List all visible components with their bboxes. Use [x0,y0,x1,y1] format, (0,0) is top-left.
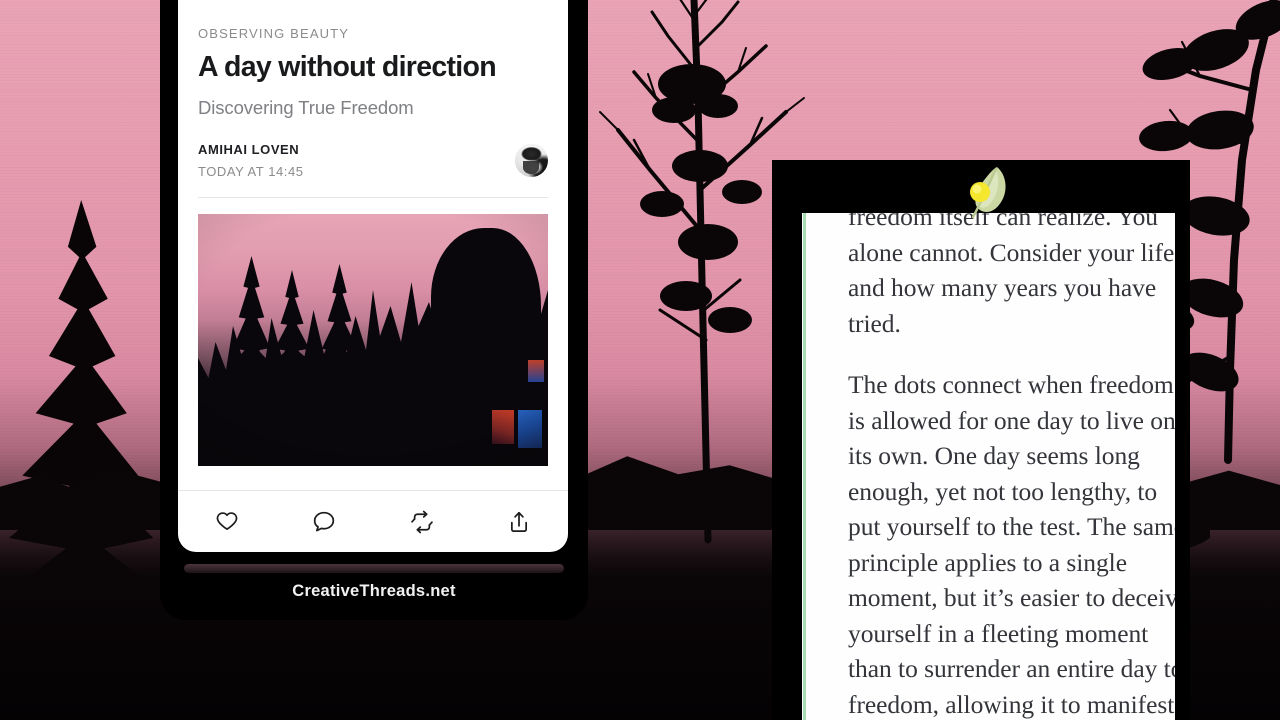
post-subheadline: Discovering True Freedom [198,96,414,118]
share-upload-icon [506,509,532,535]
share-button[interactable] [471,491,569,552]
heart-icon [214,509,240,535]
comment-button[interactable] [276,491,374,552]
post-card: OBSERVING BEAUTY A day without direction… [178,0,568,552]
post-image[interactable] [198,214,548,466]
phone-home-indicator [184,564,564,573]
phone-mockup: OBSERVING BEAUTY A day without direction… [160,0,588,620]
like-button[interactable] [178,491,276,552]
post-kicker: OBSERVING BEAUTY [198,26,350,41]
post-image-wrapper [178,198,568,466]
screenshot-stage: OBSERVING BEAUTY A day without direction… [0,0,1280,720]
reader-accent-rule [803,213,806,720]
avatar[interactable] [515,144,548,178]
post-headline: A day without direction [198,51,497,83]
post-header: OBSERVING BEAUTY A day without direction… [178,0,568,197]
post-byline-row: AMIHAI LOVEN TODAY AT 14:45 [198,141,548,197]
reader-paragraph: The dots connect when freedom is allowed… [848,370,1175,719]
post-action-bar [178,490,568,552]
speech-bubble-icon [311,509,337,535]
post-timestamp: TODAY AT 14:45 [198,164,304,180]
post-author: AMIHAI LOVEN [198,141,300,157]
reader-panel: freedom itself can realize. You alone ca… [772,160,1190,720]
brand-watermark: CreativeThreads.net [292,582,456,600]
reader-paragraph: freedom itself can realize. You alone ca… [848,213,1175,338]
reader-page[interactable]: freedom itself can realize. You alone ca… [802,213,1175,720]
byline-text: AMIHAI LOVEN TODAY AT 14:45 [198,141,304,181]
repost-button[interactable] [373,491,471,552]
repost-arrows-icon [409,509,435,535]
post-image-vignette [198,214,548,466]
reader-article-body: freedom itself can realize. You alone ca… [848,213,1175,720]
